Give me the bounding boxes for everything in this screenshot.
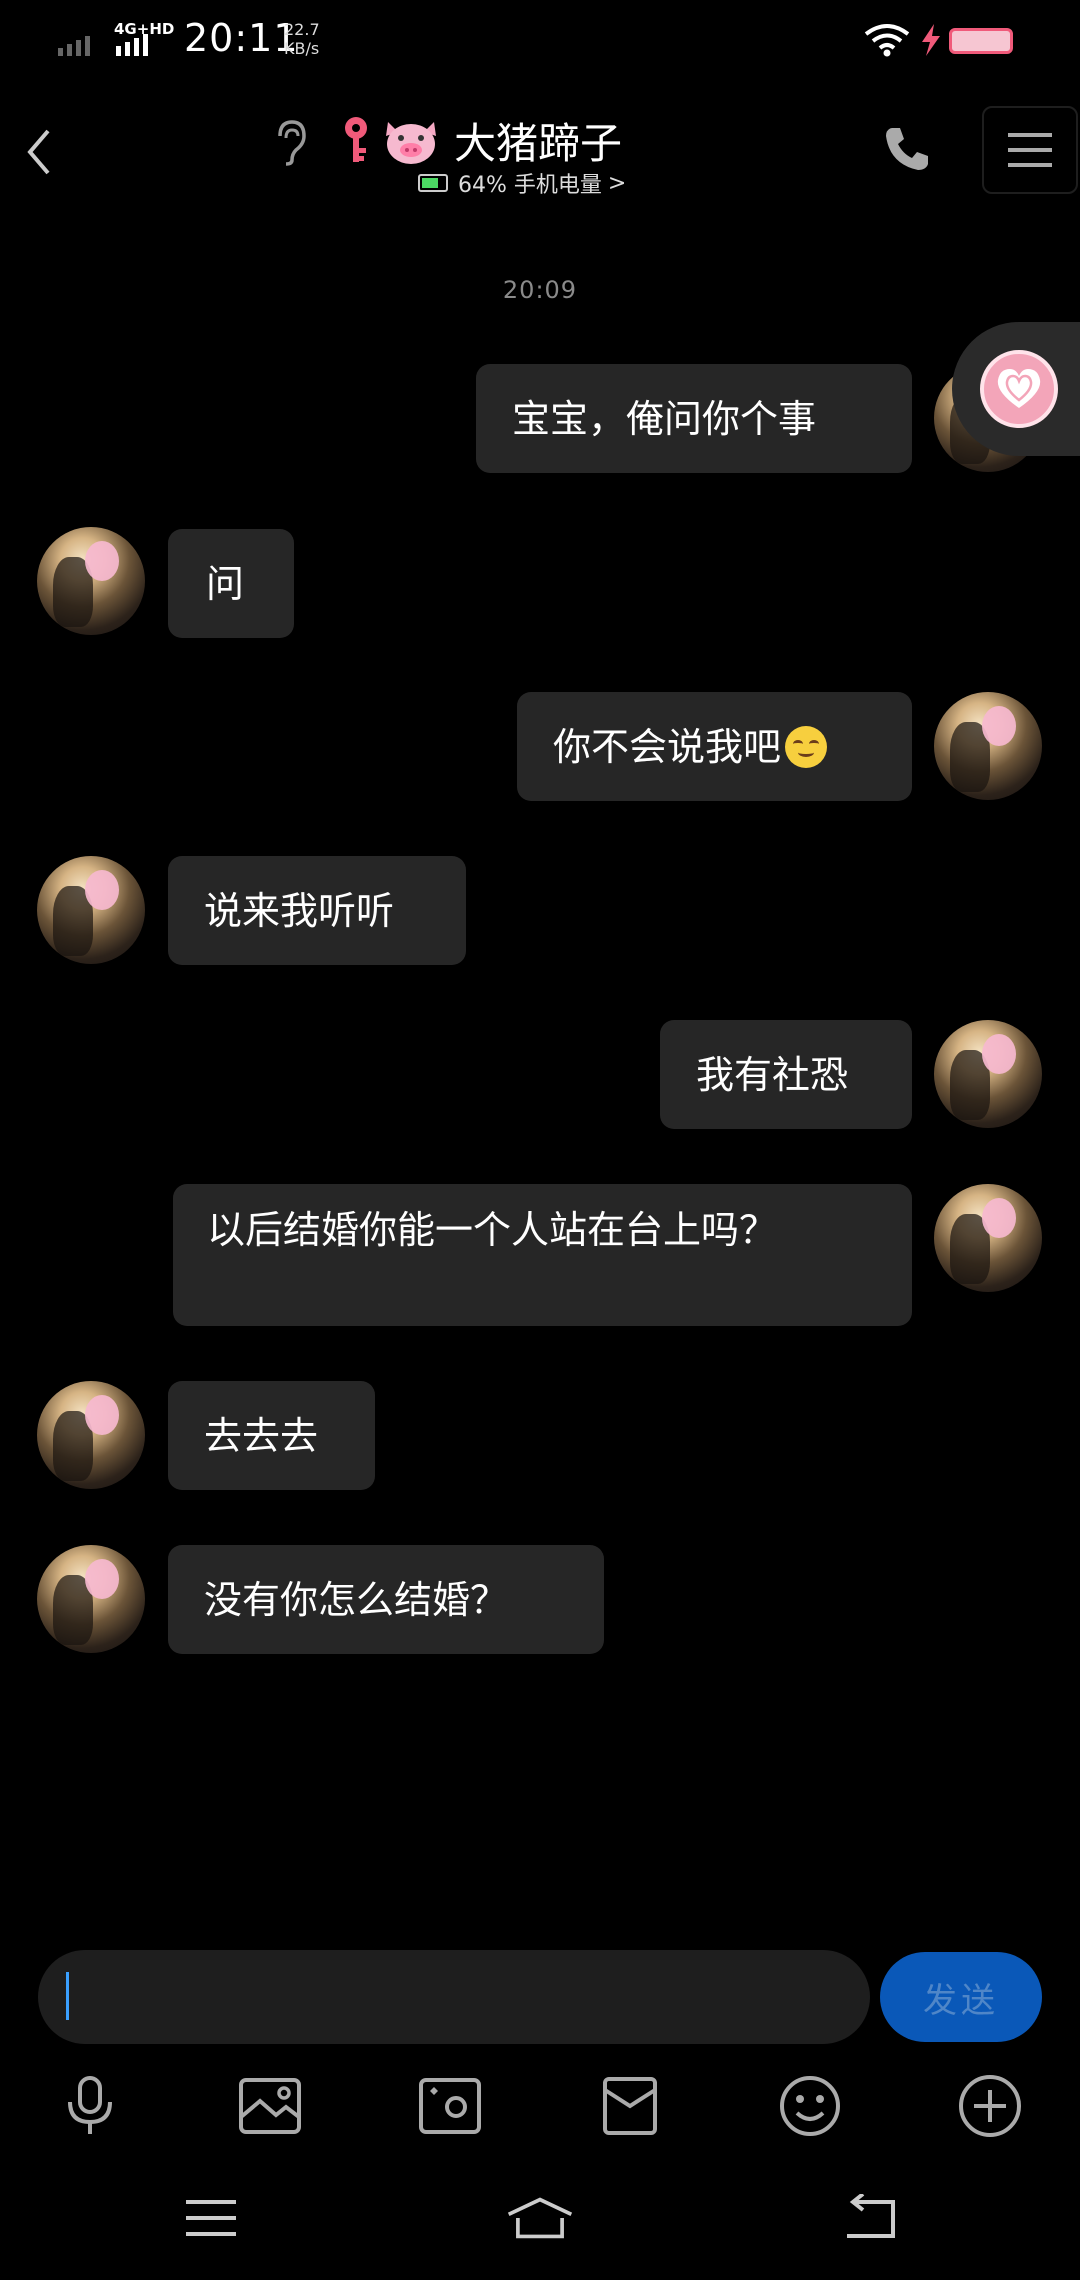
red-packet-icon[interactable] [594, 2070, 666, 2142]
chat-header: 大猪蹄子 64% 手机电量 > [0, 84, 1080, 214]
avatar[interactable] [934, 1184, 1042, 1292]
message-input[interactable] [38, 1950, 870, 2044]
message-text: 你不会说我吧 [553, 724, 782, 769]
back-icon [27, 129, 50, 175]
message-text: 宝宝，俺问你个事 [512, 396, 817, 441]
heart-icon [980, 350, 1058, 428]
charging-icon [920, 24, 942, 60]
message-text: 没有你怎么结婚？ [204, 1577, 509, 1622]
speed-unit: KB/s [284, 39, 320, 58]
image-icon[interactable] [234, 2070, 306, 2142]
message-bubble[interactable]: 去去去 [168, 1381, 375, 1490]
status-bar: 4G+HD 20:11 22.7 KB/s [0, 0, 1080, 84]
avatar[interactable] [934, 692, 1042, 800]
floating-widget[interactable] [952, 322, 1080, 456]
key-icon [336, 114, 376, 170]
wifi-icon [862, 22, 912, 62]
phone-status-text: 64% 手机电量 [458, 173, 602, 198]
text-caret [66, 1972, 69, 2020]
avatar[interactable] [934, 1020, 1042, 1128]
phone-icon [886, 128, 928, 170]
back-button[interactable] [14, 120, 64, 184]
message-bubble[interactable]: 以后结婚你能一个人站在台上吗？ [173, 1184, 912, 1326]
contact-name[interactable]: 大猪蹄子 [454, 110, 622, 171]
message-timestamp: 20:09 [502, 276, 578, 304]
camera-icon[interactable] [414, 2070, 486, 2142]
emoji-icon[interactable] [774, 2070, 846, 2142]
avatar[interactable] [37, 1545, 145, 1653]
input-bar: 发送 [0, 1944, 1080, 2048]
speed-value: 22.7 [284, 20, 320, 39]
message-text: 去去去 [204, 1413, 319, 1458]
ear-icon[interactable] [272, 118, 308, 170]
plus-icon[interactable] [954, 2070, 1026, 2142]
input-toolbar [0, 2060, 1080, 2140]
status-time: 20:11 [184, 16, 299, 60]
message-text: 问 [206, 561, 245, 606]
menu-button[interactable] [982, 106, 1078, 194]
system-nav-bar [0, 2180, 1080, 2260]
send-button[interactable]: 发送 [880, 1952, 1042, 2042]
avatar[interactable] [37, 527, 145, 635]
nav-back-icon[interactable] [834, 2188, 904, 2248]
battery-icon [949, 28, 1013, 54]
network-type: 4G+HD [114, 20, 175, 38]
message-text: 以后结婚你能一个人站在台上吗？ [207, 1208, 778, 1252]
message-bubble[interactable]: 你不会说我吧 [517, 692, 912, 801]
phone-battery-status[interactable]: 64% 手机电量 > [418, 166, 626, 200]
message-text: 我有社恐 [696, 1052, 849, 1097]
message-bubble[interactable]: 说来我听听 [168, 856, 466, 965]
message-text: 说来我听听 [204, 888, 395, 933]
message-bubble[interactable]: 问 [168, 529, 294, 638]
chevron-right-icon: > [607, 170, 627, 196]
signal-icon: 4G+HD [58, 20, 174, 58]
mini-battery-icon [418, 174, 448, 192]
avatar[interactable] [37, 856, 145, 964]
call-button[interactable] [882, 124, 932, 178]
network-speed: 22.7 KB/s [284, 20, 320, 58]
message-bubble[interactable]: 没有你怎么结婚？ [168, 1545, 604, 1654]
chat-screen: 4G+HD 20:11 22.7 KB/s 大猪蹄子 64% 手机电量 > 20… [0, 0, 1080, 2280]
nav-menu-icon[interactable] [176, 2188, 246, 2248]
message-bubble[interactable]: 我有社恐 [660, 1020, 912, 1129]
smile-emoji-icon [785, 725, 828, 768]
message-bubble[interactable]: 宝宝，俺问你个事 [476, 364, 912, 473]
menu-icon [1008, 133, 1052, 167]
avatar[interactable] [37, 1381, 145, 1489]
mic-icon[interactable] [54, 2070, 126, 2142]
home-icon[interactable] [505, 2188, 575, 2248]
pig-icon [380, 112, 442, 172]
